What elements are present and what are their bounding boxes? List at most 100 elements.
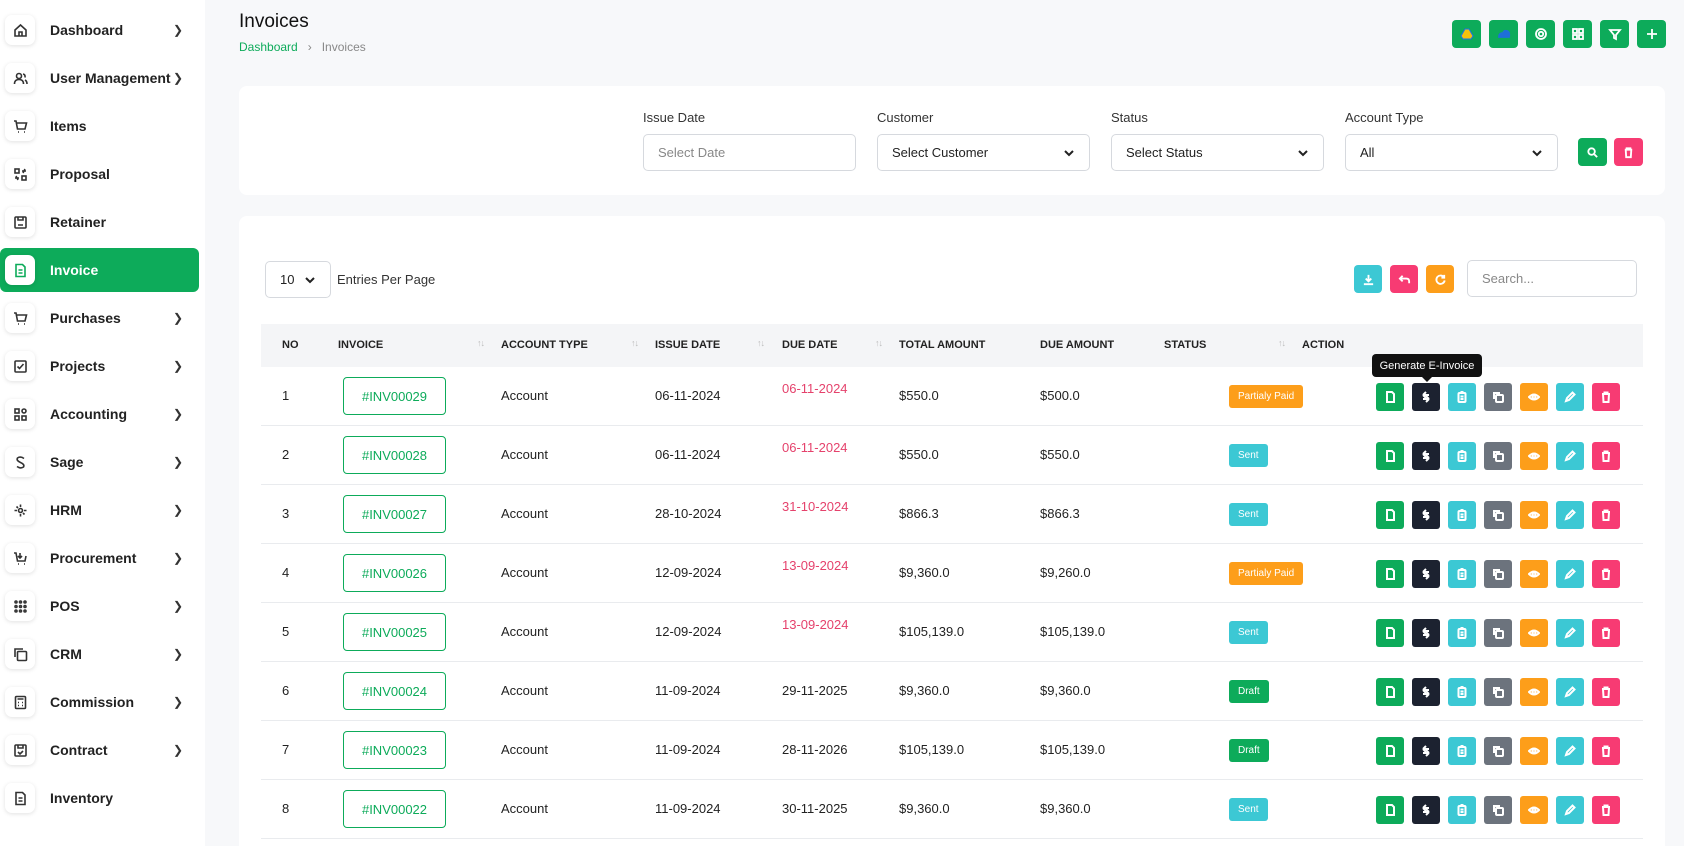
edit-button[interactable]	[1556, 560, 1584, 588]
clipboard-button[interactable]	[1448, 619, 1476, 647]
generate-e-invoice-button[interactable]	[1412, 442, 1440, 470]
clipboard-button[interactable]	[1448, 501, 1476, 529]
sidebar-item-retainer[interactable]: Retainer	[0, 200, 199, 244]
add-invoice-button[interactable]	[1637, 20, 1666, 48]
invoice-number-link[interactable]: #INV00024	[343, 672, 446, 710]
sidebar-item-hrm[interactable]: HRM ❯	[0, 488, 199, 532]
pdf-button[interactable]	[1376, 678, 1404, 706]
edit-button[interactable]	[1556, 678, 1584, 706]
edit-button[interactable]	[1556, 383, 1584, 411]
sidebar-item-pos[interactable]: POS ❯	[0, 584, 199, 628]
pdf-button[interactable]	[1376, 619, 1404, 647]
pdf-button[interactable]	[1376, 442, 1404, 470]
invoice-number-link[interactable]: #INV00027	[343, 495, 446, 533]
delete-button[interactable]	[1592, 737, 1620, 765]
apply-filter-button[interactable]	[1578, 138, 1607, 166]
edit-button[interactable]	[1556, 442, 1584, 470]
sidebar-item-crm[interactable]: CRM ❯	[0, 632, 199, 676]
undo-button[interactable]	[1390, 265, 1418, 293]
sort-icon[interactable]: ↑↓	[631, 338, 639, 348]
breadcrumb-dashboard-link[interactable]: Dashboard	[239, 40, 298, 54]
filter-button[interactable]	[1600, 20, 1629, 48]
pdf-button[interactable]	[1376, 796, 1404, 824]
edit-button[interactable]	[1556, 501, 1584, 529]
duplicate-button[interactable]	[1484, 737, 1512, 765]
invoice-number-link[interactable]: #INV00026	[343, 554, 446, 592]
settings-button[interactable]	[1526, 20, 1555, 48]
clipboard-button[interactable]	[1448, 560, 1476, 588]
delete-button[interactable]	[1592, 796, 1620, 824]
edit-button[interactable]	[1556, 619, 1584, 647]
view-button[interactable]	[1520, 796, 1548, 824]
sort-icon[interactable]: ↑↓	[477, 338, 485, 348]
clipboard-button[interactable]	[1448, 442, 1476, 470]
invoice-number-link[interactable]: #INV00023	[343, 731, 446, 769]
sidebar-item-invoice[interactable]: Invoice	[0, 248, 199, 292]
generate-e-invoice-button[interactable]	[1412, 796, 1440, 824]
delete-button[interactable]	[1592, 560, 1620, 588]
generate-e-invoice-button[interactable]	[1412, 737, 1440, 765]
duplicate-button[interactable]	[1484, 383, 1512, 411]
column-header-total-amount[interactable]: TOTAL AMOUNT	[899, 339, 985, 351]
generate-e-invoice-button[interactable]	[1412, 383, 1440, 411]
export-button[interactable]	[1354, 265, 1382, 293]
sidebar-item-purchases[interactable]: Purchases ❯	[0, 296, 199, 340]
clear-filter-button[interactable]	[1614, 138, 1643, 166]
column-header-no[interactable]: NO	[282, 339, 299, 351]
delete-button[interactable]	[1592, 678, 1620, 706]
duplicate-button[interactable]	[1484, 796, 1512, 824]
customer-select[interactable]: Select Customer	[877, 134, 1090, 171]
view-button[interactable]	[1520, 678, 1548, 706]
sidebar-item-procurement[interactable]: Procurement ❯	[0, 536, 199, 580]
delete-button[interactable]	[1592, 442, 1620, 470]
sidebar-item-accounting[interactable]: Accounting ❯	[0, 392, 199, 436]
sidebar-item-sage[interactable]: Sage ❯	[0, 440, 199, 484]
generate-e-invoice-button[interactable]	[1412, 619, 1440, 647]
view-button[interactable]	[1520, 501, 1548, 529]
duplicate-button[interactable]	[1484, 442, 1512, 470]
delete-button[interactable]	[1592, 619, 1620, 647]
duplicate-button[interactable]	[1484, 501, 1512, 529]
delete-button[interactable]	[1592, 383, 1620, 411]
search-input[interactable]: Search...	[1467, 260, 1637, 297]
column-header-account-type[interactable]: ACCOUNT TYPE	[501, 339, 588, 351]
pdf-button[interactable]	[1376, 560, 1404, 588]
duplicate-button[interactable]	[1484, 678, 1512, 706]
generate-e-invoice-button[interactable]	[1412, 678, 1440, 706]
pdf-button[interactable]	[1376, 501, 1404, 529]
delete-button[interactable]	[1592, 501, 1620, 529]
sidebar-item-user-management[interactable]: User Management ❯	[0, 56, 199, 100]
edit-button[interactable]	[1556, 737, 1584, 765]
refresh-button[interactable]	[1426, 265, 1454, 293]
invoice-number-link[interactable]: #INV00022	[343, 790, 446, 828]
sidebar-item-contract[interactable]: Contract ❯	[0, 728, 199, 772]
pdf-button[interactable]	[1376, 383, 1404, 411]
sort-icon[interactable]: ↑↓	[875, 338, 883, 348]
sort-icon[interactable]: ↑↓	[1278, 338, 1286, 348]
sidebar-item-dashboard[interactable]: Dashboard ❯	[0, 8, 199, 52]
clipboard-button[interactable]	[1448, 383, 1476, 411]
column-header-due-date[interactable]: DUE DATE	[782, 339, 837, 351]
column-header-invoice[interactable]: INVOICE	[338, 339, 383, 351]
generate-e-invoice-button[interactable]	[1412, 560, 1440, 588]
invoice-number-link[interactable]: #INV00025	[343, 613, 446, 651]
sidebar-item-proposal[interactable]: Proposal	[0, 152, 199, 196]
generate-e-invoice-button[interactable]	[1412, 501, 1440, 529]
column-header-due-amount[interactable]: DUE AMOUNT	[1040, 339, 1114, 351]
clipboard-button[interactable]	[1448, 737, 1476, 765]
entries-select[interactable]: 10	[265, 261, 331, 298]
onedrive-button[interactable]	[1489, 20, 1518, 48]
duplicate-button[interactable]	[1484, 560, 1512, 588]
sort-icon[interactable]: ↑↓	[757, 338, 765, 348]
column-header-status[interactable]: STATUS	[1164, 339, 1206, 351]
grid-view-button[interactable]	[1563, 20, 1592, 48]
issue-date-input[interactable]: Select Date	[643, 134, 856, 171]
google-drive-button[interactable]	[1452, 20, 1481, 48]
edit-button[interactable]	[1556, 796, 1584, 824]
account-type-select[interactable]: All	[1345, 134, 1558, 171]
view-button[interactable]	[1520, 560, 1548, 588]
clipboard-button[interactable]	[1448, 678, 1476, 706]
view-button[interactable]	[1520, 383, 1548, 411]
duplicate-button[interactable]	[1484, 619, 1512, 647]
status-select[interactable]: Select Status	[1111, 134, 1324, 171]
